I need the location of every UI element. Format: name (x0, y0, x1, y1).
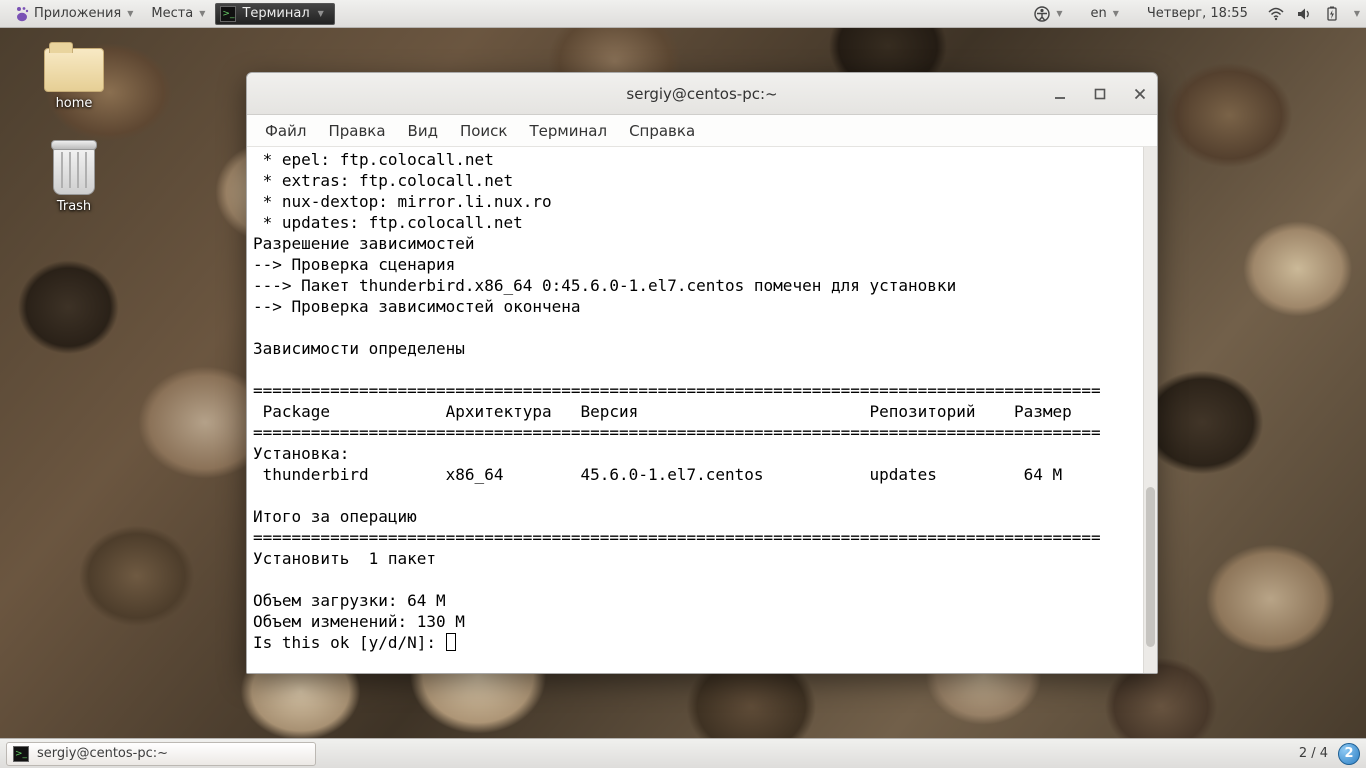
menu-edit[interactable]: Правка (318, 118, 395, 144)
terminal-scrollbar[interactable] (1143, 147, 1157, 673)
trash-icon (53, 145, 95, 195)
chevron-down-icon: ▼ (318, 9, 324, 18)
terminal-line: Итого за операцию (253, 507, 417, 526)
terminal-line: Установка: (253, 444, 349, 463)
terminal-menubar: Файл Правка Вид Поиск Терминал Справка (247, 115, 1157, 147)
places-label: Места (151, 6, 193, 21)
terminal-line: Is this ok [y/d/N]: (253, 633, 446, 652)
menu-view[interactable]: Вид (398, 118, 448, 144)
minimize-button[interactable] (1051, 85, 1069, 103)
menu-search[interactable]: Поиск (450, 118, 518, 144)
terminal-line: * updates: ftp.colocall.net (253, 213, 523, 232)
chevron-down-icon: ▼ (1056, 9, 1062, 18)
workspace-indicator[interactable]: 2 / 4 (1299, 746, 1328, 761)
menu-file[interactable]: Файл (255, 118, 316, 144)
scrollbar-thumb[interactable] (1146, 487, 1155, 647)
desktop-icon-label: home (56, 96, 93, 111)
places-menu[interactable]: Места ▼ (143, 2, 213, 25)
terminal-line: thunderbird x86_64 45.6.0-1.el7.centos u… (253, 465, 1062, 484)
chevron-down-icon: ▼ (199, 9, 205, 18)
keyboard-layout-label: en (1090, 6, 1106, 21)
terminal-icon: >_ (220, 6, 236, 22)
taskbar-item-label: sergiy@centos-pc:~ (37, 746, 168, 761)
terminal-line: --> Проверка сценария (253, 255, 455, 274)
window-titlebar[interactable]: sergiy@centos-pc:~ (247, 73, 1157, 115)
desktop-icon-label: Trash (57, 199, 91, 214)
terminal-line: * extras: ftp.colocall.net (253, 171, 513, 190)
chevron-down-icon: ▼ (1113, 9, 1119, 18)
folder-icon (44, 48, 104, 92)
taskbar-item-terminal[interactable]: >_ sergiy@centos-pc:~ (6, 742, 316, 766)
terminal-line: --> Проверка зависимостей окончена (253, 297, 581, 316)
menu-help[interactable]: Справка (619, 118, 705, 144)
clock-menu[interactable]: Четверг, 18:55 (1139, 2, 1256, 25)
terminal-line: * epel: ftp.colocall.net (253, 150, 494, 169)
desktop-icons: home Trash (24, 48, 124, 214)
gnome-foot-icon (14, 6, 30, 22)
terminal-line: * nux-dextop: mirror.li.nux.ro (253, 192, 552, 211)
terminal-output[interactable]: * epel: ftp.colocall.net * extras: ftp.c… (247, 147, 1143, 673)
close-button[interactable] (1131, 85, 1149, 103)
keyboard-layout-menu[interactable]: en ▼ (1082, 2, 1126, 25)
terminal-line: ========================================… (253, 381, 1101, 400)
terminal-window: sergiy@centos-pc:~ Файл Правка Вид Поиск… (246, 72, 1158, 674)
terminal-line: Установить 1 пакет (253, 549, 436, 568)
terminal-icon: >_ (13, 746, 29, 762)
notification-badge[interactable]: 2 (1338, 743, 1360, 765)
window-list-label: Терминал (242, 6, 309, 21)
desktop-icon-home[interactable]: home (24, 48, 124, 111)
volume-icon[interactable] (1296, 6, 1312, 22)
window-title: sergiy@centos-pc:~ (247, 85, 1157, 103)
top-panel: Приложения ▼ Места ▼ >_ Терминал ▼ ▼ en … (0, 0, 1366, 28)
terminal-line: Объем загрузки: 64 M (253, 591, 446, 610)
desktop-icon-trash[interactable]: Trash (24, 145, 124, 214)
accessibility-menu[interactable]: ▼ (1026, 2, 1070, 26)
terminal-line: Зависимости определены (253, 339, 465, 358)
notification-count: 2 (1344, 746, 1353, 761)
battery-icon[interactable] (1324, 6, 1340, 22)
terminal-cursor (446, 633, 456, 651)
menu-terminal[interactable]: Терминал (519, 118, 617, 144)
maximize-button[interactable] (1091, 85, 1109, 103)
terminal-line: Разрешение зависимостей (253, 234, 475, 253)
chevron-down-icon: ▼ (1354, 9, 1360, 18)
applications-label: Приложения (34, 6, 121, 21)
window-list-terminal[interactable]: >_ Терминал ▼ (215, 3, 334, 25)
bottom-panel: >_ sergiy@centos-pc:~ 2 / 4 2 (0, 738, 1366, 768)
terminal-line: Package Архитектура Версия Репозиторий Р… (253, 402, 1072, 421)
clock-label: Четверг, 18:55 (1147, 6, 1248, 21)
wifi-icon[interactable] (1268, 6, 1284, 22)
terminal-line: ========================================… (253, 528, 1101, 547)
applications-menu[interactable]: Приложения ▼ (6, 2, 141, 26)
accessibility-icon (1034, 6, 1050, 22)
terminal-line: ---> Пакет thunderbird.x86_64 0:45.6.0-1… (253, 276, 956, 295)
chevron-down-icon: ▼ (127, 9, 133, 18)
terminal-line: ========================================… (253, 423, 1101, 442)
terminal-line: Объем изменений: 130 M (253, 612, 465, 631)
